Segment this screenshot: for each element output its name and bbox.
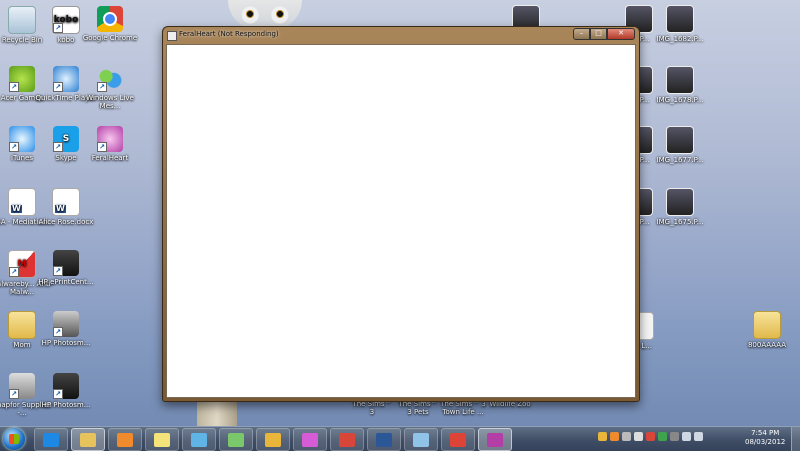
hp-photosmart-icon: ↗	[53, 311, 79, 337]
chrome-icon	[450, 432, 466, 447]
desktop-icon-alice-rose[interactable]: Alice Rose.docx	[33, 188, 99, 226]
desktop-icon-feralheart[interactable]: ↗ FeralHeart	[77, 126, 143, 162]
picasa-icon	[302, 432, 318, 447]
system-tray	[598, 432, 703, 441]
recycle-bin-icon	[8, 6, 36, 34]
desktop-file-photo[interactable]: IMG_1677.P...	[650, 126, 710, 164]
taskbar-paint-brush-button[interactable]	[330, 428, 364, 451]
internet-explorer-icon	[43, 432, 59, 447]
word-document-icon	[52, 188, 80, 216]
photo-thumbnail-icon	[666, 188, 694, 216]
tray-icon[interactable]	[622, 432, 631, 441]
maximize-button[interactable]: □	[590, 28, 607, 40]
window-content-area[interactable]	[166, 44, 636, 398]
word-document-icon	[8, 188, 36, 216]
hp-eprint-icon: ↗	[53, 250, 79, 276]
desktop-icon-sims3-pets[interactable]: The Sims™ 3 Pets	[396, 400, 440, 416]
malwarebytes-icon: M ↗	[8, 250, 36, 278]
skype-icon: S ↗	[53, 126, 79, 152]
network-icon[interactable]	[682, 432, 691, 441]
folder-icon	[8, 311, 36, 339]
media-player-icon	[117, 432, 133, 447]
desktop-icon-hp-photosmart-2[interactable]: ↗ HP Photosm...	[33, 373, 99, 409]
minimize-button[interactable]: –	[573, 28, 590, 40]
desktop-icon-sims3-town-life[interactable]: The Sims™ 3 Town Life ...	[440, 400, 486, 416]
photo-thumbnail-icon	[666, 66, 694, 94]
show-desktop-button[interactable]	[791, 427, 800, 451]
desktop-icon-chrome[interactable]: Google Chrome	[77, 6, 143, 42]
desktop-file-photo[interactable]: IMG_1675.P...	[650, 188, 710, 226]
chrome-icon	[97, 6, 123, 32]
close-button[interactable]: ✕	[607, 28, 635, 40]
tray-icon[interactable]	[646, 432, 655, 441]
taskbar-chrome-button[interactable]	[441, 428, 475, 451]
start-button[interactable]	[3, 428, 25, 450]
taskbar: 7:54 PM 08/03/2012	[0, 426, 800, 451]
acer-games-icon: ↗	[9, 66, 35, 92]
window-title: FeralHeart (Not Responding)	[179, 30, 279, 38]
network-icon	[191, 432, 207, 447]
printer-supplies-icon: ↗	[9, 373, 35, 399]
quicktime-icon: ↗	[53, 66, 79, 92]
photo-thumbnail-icon	[666, 5, 694, 33]
taskbar-internet-explorer-button[interactable]	[34, 428, 68, 451]
flag-icon[interactable]	[634, 432, 643, 441]
taskbar-paint-button[interactable]	[219, 428, 253, 451]
taskbar-network-button[interactable]	[182, 428, 216, 451]
taskbar-word-button[interactable]	[367, 428, 401, 451]
feralheart-icon	[487, 432, 503, 447]
tray-icon[interactable]	[610, 432, 619, 441]
desktop-icon-windows-live-messenger[interactable]: ↗ Windows Live Mes...	[77, 66, 143, 110]
desktop-file-photo[interactable]: IMG_1678.P...	[650, 66, 710, 104]
clock-time: 7:54 PM	[751, 429, 780, 437]
desktop-icon-hp-photosmart[interactable]: ↗ HP Photosm...	[33, 311, 99, 347]
clock-date: 08/03/2012	[745, 438, 786, 446]
desktop-file-photo[interactable]: IMG_1682.P...	[650, 5, 710, 43]
tray-icon[interactable]	[670, 432, 679, 441]
desktop-icon-sims3[interactable]: The Sims™ 3	[350, 400, 394, 416]
itunes-icon: ↗	[9, 126, 35, 152]
window-titlebar[interactable]: FeralHeart (Not Responding) – □ ✕	[163, 27, 639, 44]
app-icon	[167, 31, 177, 41]
taskbar-file-explorer-button[interactable]	[71, 428, 105, 451]
hp-photosmart-icon: ↗	[53, 373, 79, 399]
desktop-icon-hp-eprint[interactable]: ↗ HP ePrintCent...	[33, 250, 99, 286]
folder-icon	[753, 311, 781, 339]
clock[interactable]: 7:54 PM 08/03/2012	[745, 429, 785, 447]
tray-icon[interactable]	[658, 432, 667, 441]
window-controls: – □ ✕	[573, 28, 635, 40]
windows-live-messenger-icon: ↗	[97, 66, 123, 92]
kobo-icon: kobo ↗	[52, 6, 80, 34]
volume-icon[interactable]	[694, 432, 703, 441]
sticky-notes-icon	[154, 432, 170, 447]
feralheart-icon: ↗	[97, 126, 123, 152]
taskbar-media-player-button[interactable]	[108, 428, 142, 451]
taskbar-snipping-tool-button[interactable]	[404, 428, 438, 451]
snipping-tool-icon	[413, 432, 429, 447]
file-explorer-icon	[80, 432, 96, 447]
photo-thumbnail-icon	[666, 126, 694, 154]
paint-icon	[228, 432, 244, 447]
desktop-icon-800aaaaa[interactable]: 800AAAAA	[734, 311, 800, 349]
task-manager-icon	[265, 432, 281, 447]
taskbar-task-manager-button[interactable]	[256, 428, 290, 451]
feralheart-window[interactable]: FeralHeart (Not Responding) – □ ✕	[162, 26, 640, 402]
taskbar-feralheart-button[interactable]	[478, 428, 512, 451]
tray-icon[interactable]	[598, 432, 607, 441]
paint-brush-icon	[339, 432, 355, 447]
taskbar-sticky-notes-button[interactable]	[145, 428, 179, 451]
taskbar-picasa-button[interactable]	[293, 428, 327, 451]
word-icon	[376, 432, 392, 447]
